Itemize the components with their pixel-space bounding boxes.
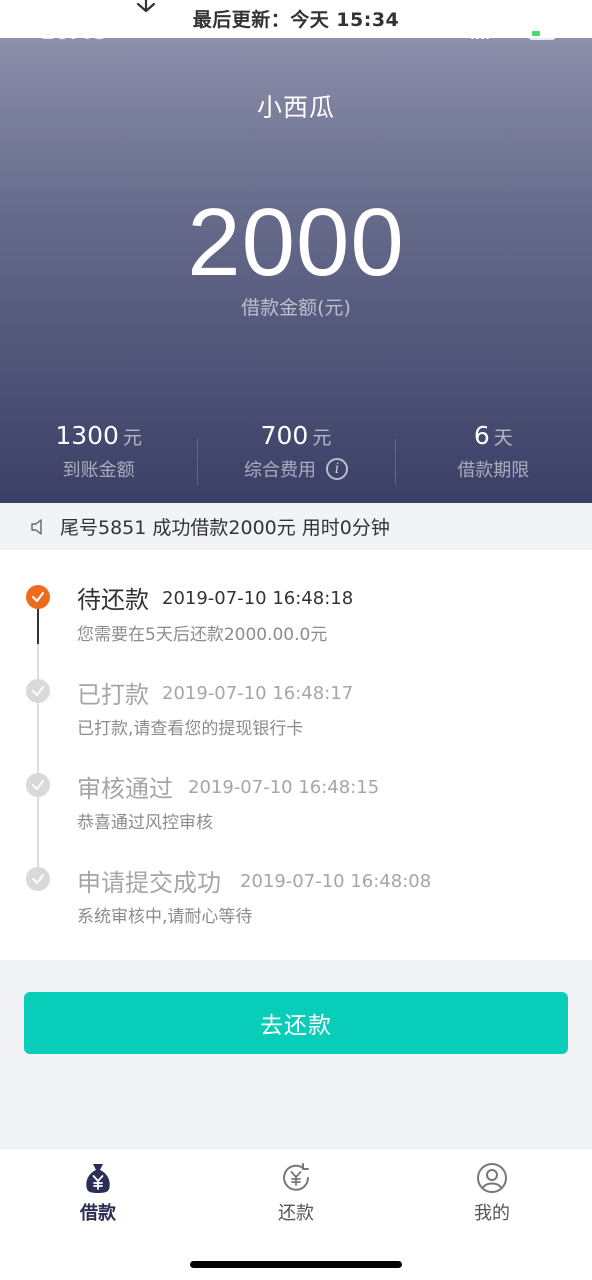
stat-label: 借款期限 [457,460,530,481]
loan-summary-header: 16:48 4G 小西瓜 2000 借款金额(元) 1300 元 到账金额 700… [0,20,592,503]
tab-label: 借款 [80,1203,116,1224]
step-description: 您需要在5天后还款2000.00.0元 [77,625,328,645]
step-title: 审核通过 [77,775,173,803]
speaker-icon [31,518,42,535]
status-indicators: 4G [471,24,556,42]
tab-mine[interactable]: 我的 [432,1161,552,1225]
home-indicator[interactable] [190,1261,402,1268]
tab-label: 还款 [278,1203,314,1224]
check-icon [26,867,50,891]
check-icon [26,773,50,797]
step-title: 待还款 [77,586,149,614]
tab-repay[interactable]: 还款 [236,1161,356,1225]
repay-button[interactable]: 去还款 [24,992,568,1054]
stat-term: 6天 借款期限 [394,421,592,491]
signal-icon [471,27,490,39]
stat-label: 到账金额 [62,460,135,481]
info-icon[interactable]: i [325,458,348,480]
loan-amount-label: 借款金额(元) [241,297,351,319]
step-description: 恭喜通过风控审核 [77,813,213,833]
tab-label: 我的 [474,1203,510,1224]
status-time: 16:48 [40,20,107,44]
check-icon [26,585,50,609]
step-time: 2019-07-10 16:48:17 [162,683,354,704]
step-time: 2019-07-10 16:48:18 [162,588,354,609]
notice-text: 尾号5851 成功借款2000元 用时0分钟 [60,517,390,539]
stat-unit: 天 [493,427,513,449]
timeline-connector [37,644,39,680]
app-title: 小西瓜 [256,93,335,122]
step-time: 2019-07-10 16:48:15 [188,777,380,798]
user-icon [477,1163,507,1193]
step-description: 系统审核中,请耐心等待 [77,907,253,927]
stat-value: 700 [260,421,309,450]
timeline-connector [37,796,39,868]
network-type: 4G [497,24,520,42]
stat-unit: 元 [312,427,332,449]
stat-unit: 元 [122,427,142,449]
stat-fees: 700 元 综合费用 i [197,421,394,491]
notice-bar: 尾号5851 成功借款2000元 用时0分钟 [0,503,592,550]
loan-amount: 2000 [187,189,405,296]
battery-icon [528,26,556,40]
step-title: 申请提交成功 [77,869,221,897]
check-icon [26,679,50,703]
timeline-connector [37,702,39,774]
timeline-connector-active [37,608,39,644]
stat-label: 综合费用 [243,460,316,481]
step-description: 已打款,请查看您的提现银行卡 [77,719,304,739]
tab-borrow[interactable]: 借款 [38,1161,158,1225]
loan-stats: 1300 元 到账金额 700 元 综合费用 i 6天 借款期限 [0,421,592,491]
money-bag-icon [86,1164,110,1193]
loan-progress-timeline: 待还款 2019-07-10 16:48:18 您需要在5天后还款2000.00… [0,550,592,960]
stat-value: 1300 [55,421,119,450]
stat-value: 6 [473,421,490,450]
yen-refresh-icon [283,1163,309,1191]
stat-received: 1300 元 到账金额 [0,421,197,491]
step-title: 已打款 [77,681,149,709]
step-time: 2019-07-10 16:48:08 [240,871,432,892]
